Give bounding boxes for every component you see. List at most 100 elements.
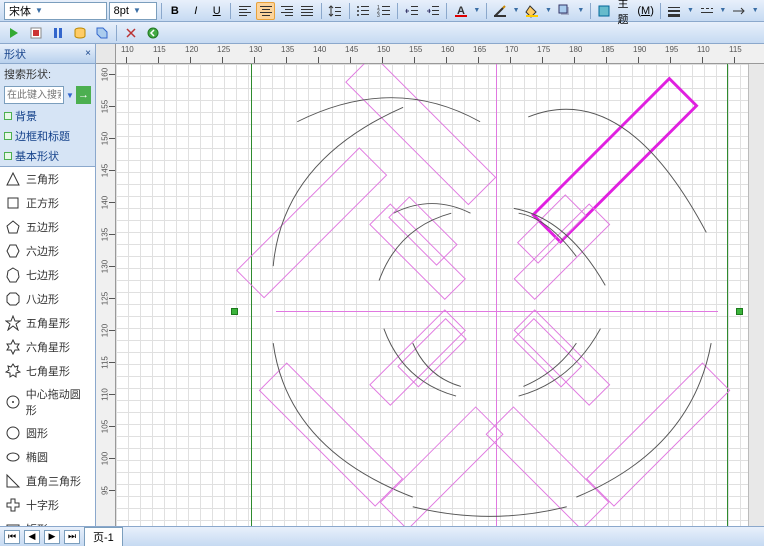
pause-button[interactable] bbox=[48, 24, 68, 42]
tag-button[interactable] bbox=[92, 24, 112, 42]
font-size-combo[interactable]: 8pt ▼ bbox=[109, 2, 157, 20]
shape-star5[interactable]: 五角星形 bbox=[0, 311, 95, 335]
dash-style-dropdown[interactable]: ▼ bbox=[718, 7, 727, 14]
shape-center-drag-circle[interactable]: 中心拖动圆形 bbox=[0, 383, 95, 421]
dash-style-button[interactable] bbox=[697, 2, 716, 20]
db-button[interactable] bbox=[70, 24, 90, 42]
theme-button[interactable]: 主题(M) bbox=[615, 0, 655, 27]
separator bbox=[321, 3, 322, 19]
star5-icon bbox=[4, 314, 22, 332]
chevron-down-icon: ▼ bbox=[133, 6, 141, 15]
line-style-dropdown[interactable]: ▼ bbox=[686, 7, 695, 14]
record-button[interactable] bbox=[26, 24, 46, 42]
align-center-button[interactable] bbox=[256, 2, 275, 20]
shape-octagon[interactable]: 八边形 bbox=[0, 287, 95, 311]
theme-icon-button[interactable] bbox=[595, 2, 614, 20]
line-spacing-button[interactable] bbox=[326, 2, 345, 20]
canvas-wrap: 110 115 120 125 130 135 140 145 150 155 … bbox=[96, 44, 764, 526]
separator bbox=[590, 3, 591, 19]
indent-button[interactable] bbox=[423, 2, 442, 20]
numbered-list-button[interactable]: 123 bbox=[375, 2, 394, 20]
heptagon-icon bbox=[4, 266, 22, 284]
chevron-down-icon[interactable]: ▼ bbox=[66, 91, 74, 100]
search-input[interactable] bbox=[4, 86, 64, 104]
separator bbox=[161, 3, 162, 19]
arrow-style-dropdown[interactable]: ▼ bbox=[750, 7, 759, 14]
vertical-ruler: 160 155 150 145 140 135 130 125 120 115 … bbox=[96, 64, 116, 526]
page-tab[interactable]: 页-1 bbox=[84, 527, 123, 546]
square-icon bbox=[4, 194, 22, 212]
underline-button[interactable]: U bbox=[207, 2, 226, 20]
shadow-dropdown[interactable]: ▼ bbox=[576, 7, 585, 14]
category-background[interactable]: 背景 bbox=[0, 106, 95, 126]
shape-triangle[interactable]: 三角形 bbox=[0, 167, 95, 191]
star7-icon bbox=[4, 362, 22, 380]
last-page-button[interactable]: ⏭ bbox=[64, 530, 80, 544]
italic-button[interactable]: I bbox=[186, 2, 205, 20]
category-icon bbox=[4, 112, 12, 120]
ruler-corner bbox=[96, 44, 116, 64]
line-color-dropdown[interactable]: ▼ bbox=[511, 7, 520, 14]
canvas-svg bbox=[116, 64, 748, 526]
shadow-button[interactable] bbox=[555, 2, 574, 20]
main-area: 形状 × 搜索形状: ▼ → 背景 边框和标题 基本形状 三角形 正方形 五边形… bbox=[0, 44, 764, 526]
shape-list: 三角形 正方形 五边形 六边形 七边形 八边形 五角星形 六角星形 七角星形 中… bbox=[0, 166, 95, 526]
search-row: ▼ → bbox=[0, 84, 95, 106]
prev-button[interactable] bbox=[143, 24, 163, 42]
justify-button[interactable] bbox=[298, 2, 317, 20]
play-button[interactable] bbox=[4, 24, 24, 42]
font-size-value: 8pt bbox=[114, 5, 129, 17]
next-page-button[interactable]: ▶ bbox=[44, 530, 60, 544]
category-icon bbox=[4, 152, 12, 160]
align-right-button[interactable] bbox=[277, 2, 296, 20]
cross-icon bbox=[4, 496, 22, 514]
shape-square[interactable]: 正方形 bbox=[0, 191, 95, 215]
category-borders-titles[interactable]: 边框和标题 bbox=[0, 126, 95, 146]
drawing-canvas[interactable] bbox=[116, 64, 748, 526]
canvas-row: 160 155 150 145 140 135 130 125 120 115 … bbox=[96, 64, 764, 526]
right-triangle-icon bbox=[4, 472, 22, 490]
bullet-list-button[interactable] bbox=[354, 2, 373, 20]
horizontal-ruler: 110 115 120 125 130 135 140 145 150 155 … bbox=[116, 44, 764, 64]
shape-star6[interactable]: 六角星形 bbox=[0, 335, 95, 359]
first-page-button[interactable]: ⏮ bbox=[4, 530, 20, 544]
font-color-button[interactable]: A bbox=[451, 2, 470, 20]
chevron-down-icon: ▼ bbox=[35, 6, 43, 15]
close-panel-button[interactable] bbox=[121, 24, 141, 42]
fill-color-button[interactable] bbox=[523, 2, 542, 20]
shape-rectangle[interactable]: 矩形 bbox=[0, 517, 95, 526]
triangle-icon bbox=[4, 170, 22, 188]
font-name-combo[interactable]: 宋体 ▼ bbox=[4, 2, 107, 20]
shape-circle[interactable]: 圆形 bbox=[0, 421, 95, 445]
close-icon[interactable]: × bbox=[85, 48, 91, 59]
separator bbox=[446, 3, 447, 19]
search-label: 搜索形状: bbox=[0, 64, 95, 84]
category-list: 背景 边框和标题 基本形状 bbox=[0, 106, 95, 166]
separator bbox=[349, 3, 350, 19]
shape-cross[interactable]: 十字形 bbox=[0, 493, 95, 517]
shape-pentagon[interactable]: 五边形 bbox=[0, 215, 95, 239]
panel-header: 形状 × bbox=[0, 44, 95, 64]
align-left-button[interactable] bbox=[235, 2, 254, 20]
separator bbox=[660, 3, 661, 19]
vertical-scrollbar[interactable] bbox=[748, 64, 764, 526]
shape-star7[interactable]: 七角星形 bbox=[0, 359, 95, 383]
bold-button[interactable]: B bbox=[165, 2, 184, 20]
octagon-icon bbox=[4, 290, 22, 308]
circle-icon bbox=[4, 424, 22, 442]
shape-hexagon[interactable]: 六边形 bbox=[0, 239, 95, 263]
category-basic-shapes[interactable]: 基本形状 bbox=[0, 146, 95, 166]
panel-title-label: 形状 bbox=[4, 46, 26, 62]
shape-right-triangle[interactable]: 直角三角形 bbox=[0, 469, 95, 493]
shape-heptagon[interactable]: 七边形 bbox=[0, 263, 95, 287]
line-color-button[interactable] bbox=[491, 2, 510, 20]
fill-color-dropdown[interactable]: ▼ bbox=[544, 7, 553, 14]
line-style-button[interactable] bbox=[665, 2, 684, 20]
arrow-style-button[interactable] bbox=[730, 2, 749, 20]
font-color-dropdown[interactable]: ▼ bbox=[472, 7, 481, 14]
prev-page-button[interactable]: ◀ bbox=[24, 530, 40, 544]
category-icon bbox=[4, 132, 12, 140]
shape-ellipse[interactable]: 椭圆 bbox=[0, 445, 95, 469]
outdent-button[interactable] bbox=[402, 2, 421, 20]
search-go-button[interactable]: → bbox=[76, 86, 91, 104]
